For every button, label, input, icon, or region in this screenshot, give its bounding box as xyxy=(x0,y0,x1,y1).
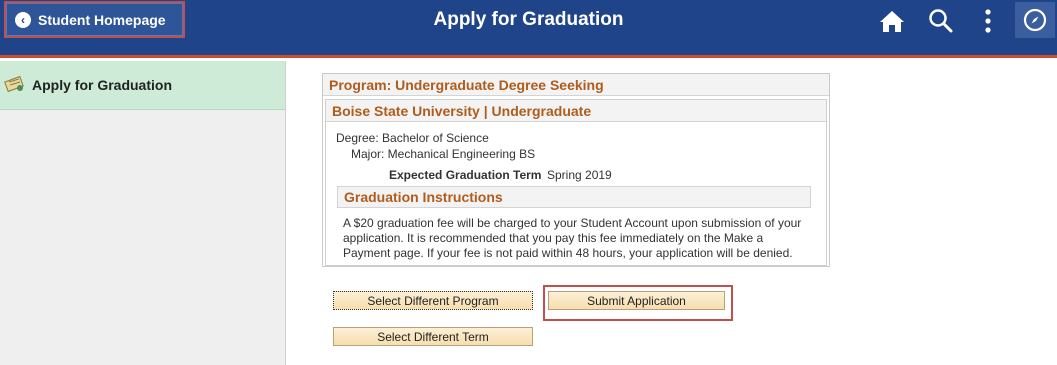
program-panel: Program: Undergraduate Degree Seeking Bo… xyxy=(322,73,830,267)
submit-application-button[interactable]: Submit Application xyxy=(548,291,725,310)
term-row: Expected Graduation Term xyxy=(389,168,541,182)
home-icon[interactable] xyxy=(877,6,907,36)
instructions-text: A $20 graduation fee will be charged to … xyxy=(343,216,802,260)
major-line: Major: Mechanical Engineering BS xyxy=(351,147,536,161)
diploma-icon xyxy=(4,73,26,98)
instructions-heading: Graduation Instructions xyxy=(337,186,811,208)
institution-panel: Boise State University | Undergraduate D… xyxy=(325,99,827,266)
navbar-compass-icon[interactable] xyxy=(1015,2,1055,38)
search-icon[interactable] xyxy=(926,6,956,36)
sidebar-item-label: Apply for Graduation xyxy=(32,77,172,93)
institution-heading: Boise State University | Undergraduate xyxy=(326,100,826,122)
degree-line: Degree: Bachelor of Science xyxy=(336,131,489,145)
top-banner: ‹ Student Homepage Apply for Graduation xyxy=(0,0,1057,58)
program-heading: Program: Undergraduate Degree Seeking xyxy=(323,74,829,96)
term-value: Spring 2019 xyxy=(547,168,612,182)
select-different-program-button[interactable]: Select Different Program xyxy=(333,291,533,310)
more-vertical-icon[interactable] xyxy=(973,6,1003,36)
select-different-term-button[interactable]: Select Different Term xyxy=(333,327,533,346)
left-sidebar: Apply for Graduation xyxy=(0,61,286,365)
term-label: Expected Graduation Term xyxy=(389,168,542,182)
sidebar-item-apply-for-graduation[interactable]: Apply for Graduation xyxy=(0,61,285,110)
